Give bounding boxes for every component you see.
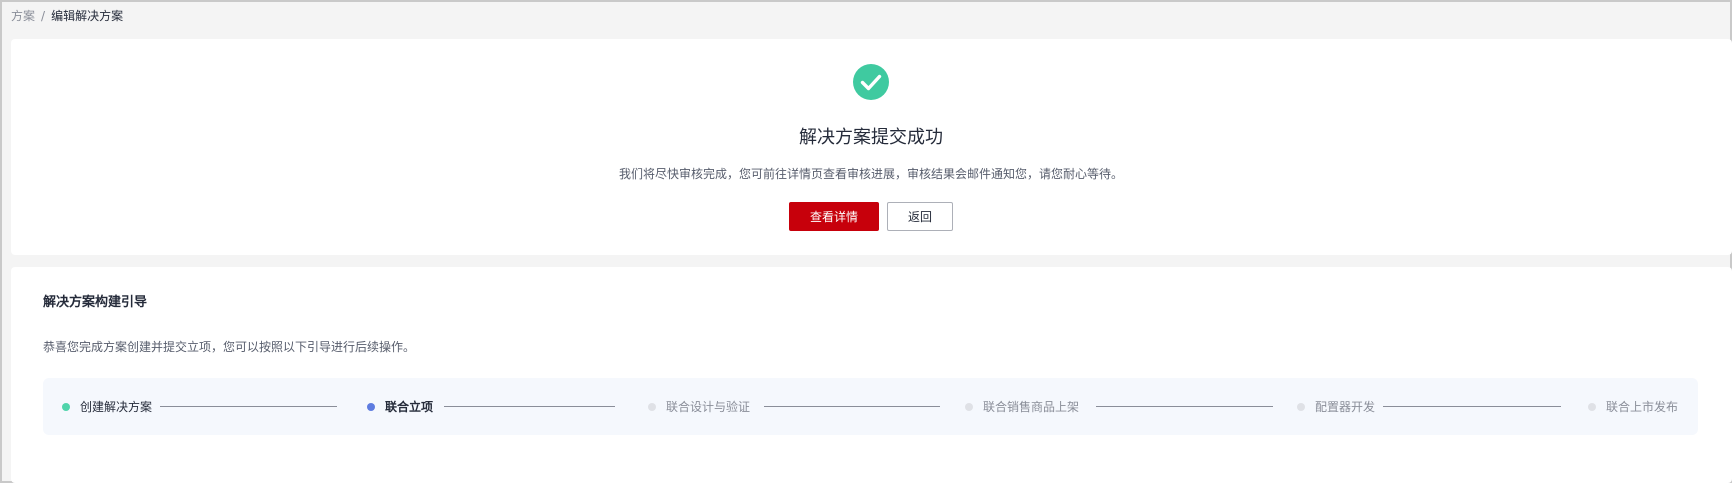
breadcrumb-current: 编辑解决方案 <box>51 9 124 23</box>
step-create-solution: 创建解决方案 <box>62 378 152 435</box>
view-details-button[interactable]: 查看详情 <box>789 202 879 231</box>
step-label: 创建解决方案 <box>80 400 153 414</box>
result-title: 解决方案提交成功 <box>799 127 943 148</box>
step-label: 联合设计与验证 <box>666 400 751 414</box>
result-description: 我们将尽快审核完成，您可前往详情页查看审核进展，审核结果会邮件通知您，请您耐心等… <box>618 167 1123 181</box>
submit-result-card: 解决方案提交成功 我们将尽快审核完成，您可前往详情页查看审核进展，审核结果会邮件… <box>11 39 1732 255</box>
step-joint-sales-listing: 联合销售商品上架 <box>965 378 1079 435</box>
step-label: 联合上市发布 <box>1606 400 1679 414</box>
step-label: 配置器开发 <box>1315 400 1376 414</box>
step-connector <box>1096 406 1273 407</box>
step-label: 联合销售商品上架 <box>983 400 1080 414</box>
breadcrumb: 方案 / 编辑解决方案 <box>11 7 123 25</box>
step-joint-initiation: 联合立项 <box>367 378 433 435</box>
build-guide-card: 解决方案构建引导 恭喜您完成方案创建并提交立项，您可以按照以下引导进行后续操作。… <box>11 267 1732 483</box>
breadcrumb-parent-link[interactable]: 方案 <box>11 7 35 25</box>
step-configurator-dev: 配置器开发 <box>1297 378 1375 435</box>
step-connector <box>444 406 615 407</box>
check-circle-icon <box>853 64 889 100</box>
step-dot-waiting <box>965 402 973 411</box>
breadcrumb-separator: / <box>41 9 46 23</box>
guide-title: 解决方案构建引导 <box>43 295 148 310</box>
step-dot-waiting <box>648 402 656 411</box>
step-dot-done <box>62 402 70 411</box>
step-label: 联合立项 <box>385 400 434 414</box>
step-dot-active <box>367 402 375 411</box>
step-dot-waiting <box>1588 402 1596 411</box>
step-joint-design: 联合设计与验证 <box>648 378 750 435</box>
guide-steps: 创建解决方案 联合立项 联合设计与验证 联合销售商品上架 配置器开发 联合上市发… <box>43 378 1698 435</box>
step-connector <box>764 406 940 407</box>
guide-description: 恭喜您完成方案创建并提交立项，您可以按照以下引导进行后续操作。 <box>43 340 416 354</box>
step-joint-launch: 联合上市发布 <box>1588 378 1678 435</box>
step-dot-waiting <box>1297 402 1305 411</box>
step-connector <box>160 406 337 407</box>
step-connector <box>1383 406 1561 407</box>
back-button[interactable]: 返回 <box>887 202 953 231</box>
